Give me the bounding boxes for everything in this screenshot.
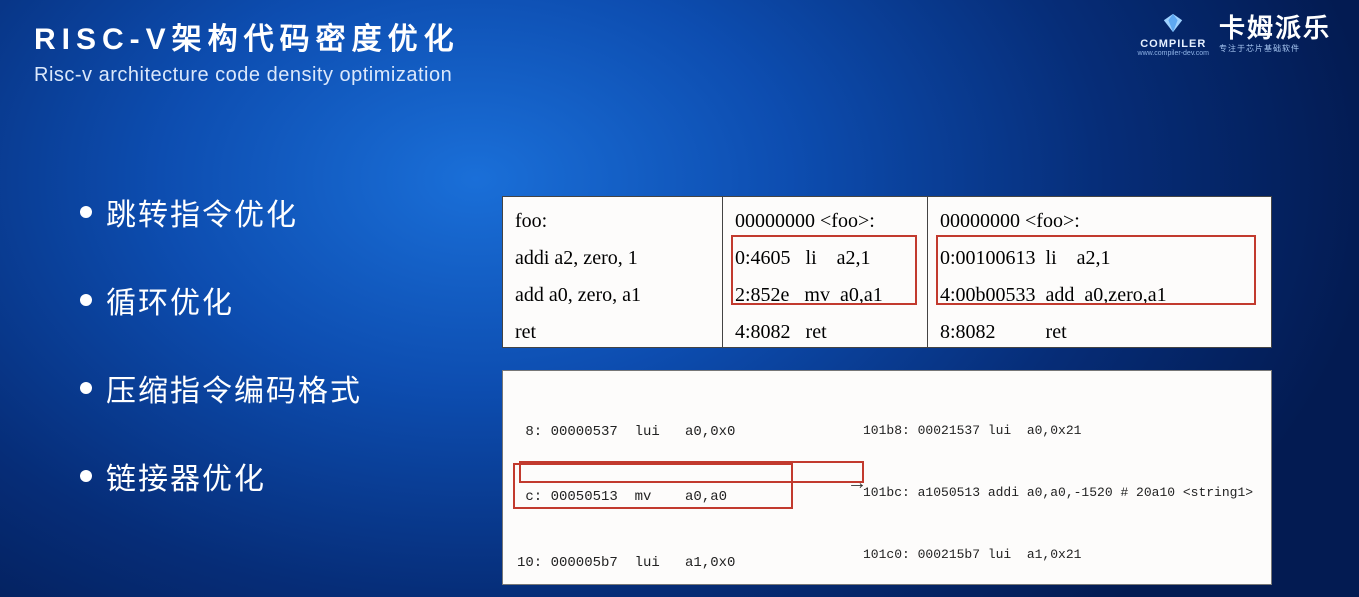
disasm-row: 0:00100613 li a2,1 xyxy=(940,240,1261,277)
brand-chinese: 卡姆派乐 专注于芯片基础软件 xyxy=(1219,15,1331,54)
slide-header: RISC-V架构代码密度优化 Risc-v architecture code … xyxy=(34,14,1325,87)
compressed-disasm-column: 00000000 <foo>: 0:4605 li a2,1 2:852e mv… xyxy=(723,197,928,347)
title-english: Risc-v architecture code density optimiz… xyxy=(34,64,1325,87)
disasm-row: 4:8082 ret xyxy=(735,314,917,351)
asm-row: addi a2, zero, 1 xyxy=(515,240,712,277)
disasm-after-column: 101b8: 00021537 lui a0,0x21 101bc: a1050… xyxy=(857,379,1261,576)
brand-block: COMPILER www.compiler-dev.com 卡姆派乐 专注于芯片… xyxy=(1138,12,1331,57)
asm-header: foo: xyxy=(515,203,712,240)
bullet-list: 跳转指令优化 循环优化 压缩指令编码格式 链接器优化 xyxy=(80,190,362,542)
bullet-item: 循环优化 xyxy=(80,278,362,322)
disasm-line: 10: 000005b7 lui a1,0x0 xyxy=(517,553,857,575)
disasm-line: 101b8: 00021537 lui a0,0x21 xyxy=(863,421,1261,442)
bullet-item: 跳转指令优化 xyxy=(80,190,362,234)
brand-compiler: COMPILER www.compiler-dev.com xyxy=(1138,12,1209,57)
bullet-text: 压缩指令编码格式 xyxy=(106,366,362,410)
disasm-line: c: 00050513 mv a0,a0 xyxy=(517,487,857,509)
disasm-line: 101c0: 000215b7 lui a1,0x21 xyxy=(863,545,1261,566)
linker-optimization-dump: 8: 00000537 lui a0,0x0 c: 00050513 mv a0… xyxy=(502,370,1272,585)
disasm-line: 101bc: a1050513 addi a0,a0,-1520 # 20a10… xyxy=(863,483,1261,504)
uncompressed-disasm-column: 00000000 <foo>: 0:00100613 li a2,1 4:00b… xyxy=(928,197,1271,347)
asm-row: ret xyxy=(515,314,712,351)
code-comparison-table: foo: addi a2, zero, 1 add a0, zero, a1 r… xyxy=(502,196,1272,348)
brand-compiler-url: www.compiler-dev.com xyxy=(1138,50,1209,57)
asm-row: add a0, zero, a1 xyxy=(515,277,712,314)
brand-compiler-label: COMPILER xyxy=(1140,38,1206,50)
title-chinese: RISC-V架构代码密度优化 xyxy=(34,14,1325,58)
disasm-header: 00000000 <foo>: xyxy=(940,203,1261,240)
diamond-icon xyxy=(1162,12,1184,39)
bullet-text: 链接器优化 xyxy=(106,454,266,498)
arrow-icon: → xyxy=(847,472,867,495)
disasm-row: 8:8082 ret xyxy=(940,314,1261,351)
bullet-text: 循环优化 xyxy=(106,278,234,322)
brand-chinese-tagline: 专注于芯片基础软件 xyxy=(1219,43,1300,54)
disasm-row: 2:852e mv a0,a1 xyxy=(735,277,917,314)
disasm-header: 00000000 <foo>: xyxy=(735,203,917,240)
bullet-text: 跳转指令优化 xyxy=(106,190,298,234)
disasm-row: 0:4605 li a2,1 xyxy=(735,240,917,277)
asm-source-column: foo: addi a2, zero, 1 add a0, zero, a1 r… xyxy=(503,197,723,347)
disasm-row: 4:00b00533 add a0,zero,a1 xyxy=(940,277,1261,314)
bullet-item: 压缩指令编码格式 xyxy=(80,366,362,410)
brand-chinese-name: 卡姆派乐 xyxy=(1219,15,1331,41)
disasm-line: 8: 00000537 lui a0,0x0 xyxy=(517,422,857,444)
bullet-item: 链接器优化 xyxy=(80,454,362,498)
disasm-before-column: 8: 00000537 lui a0,0x0 c: 00050513 mv a0… xyxy=(517,379,857,576)
